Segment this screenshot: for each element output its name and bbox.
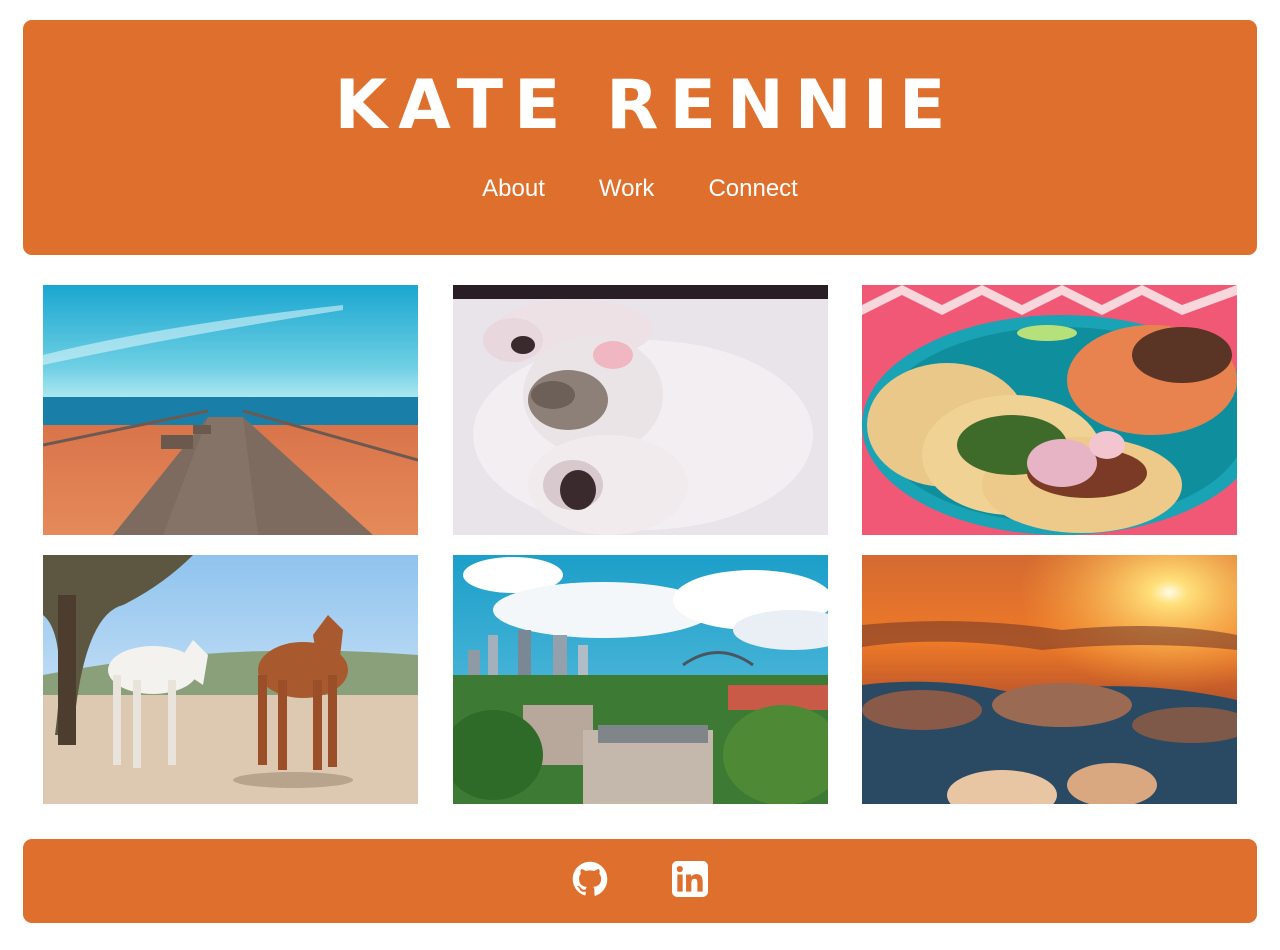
linkedin-link[interactable] [672, 861, 708, 897]
gallery-photo-city[interactable] [453, 555, 828, 804]
gallery-photo-horses[interactable] [43, 555, 418, 804]
sunset-image [862, 555, 1237, 804]
linkedin-icon [672, 861, 708, 897]
github-link[interactable] [572, 861, 608, 897]
gallery-photo-tacos[interactable] [862, 285, 1237, 535]
city-image [453, 555, 828, 804]
site-header: KATE RENNIE About Work Connect [23, 20, 1257, 255]
nav-about-link[interactable]: About [482, 175, 545, 203]
nav-work-link[interactable]: Work [599, 175, 655, 203]
github-icon [572, 861, 608, 896]
site-title: KATE RENNIE [334, 66, 957, 145]
kitten-image [453, 285, 828, 535]
horses-image [43, 555, 418, 804]
photo-gallery [43, 285, 1237, 804]
boardwalk-image [43, 285, 418, 535]
site-footer [23, 839, 1257, 923]
main-nav: About Work Connect [23, 175, 1257, 203]
gallery-photo-boardwalk[interactable] [43, 285, 418, 535]
nav-connect-link[interactable]: Connect [708, 175, 797, 203]
gallery-photo-kitten[interactable] [453, 285, 828, 535]
tacos-image [862, 285, 1237, 535]
gallery-photo-sunset[interactable] [862, 555, 1237, 804]
